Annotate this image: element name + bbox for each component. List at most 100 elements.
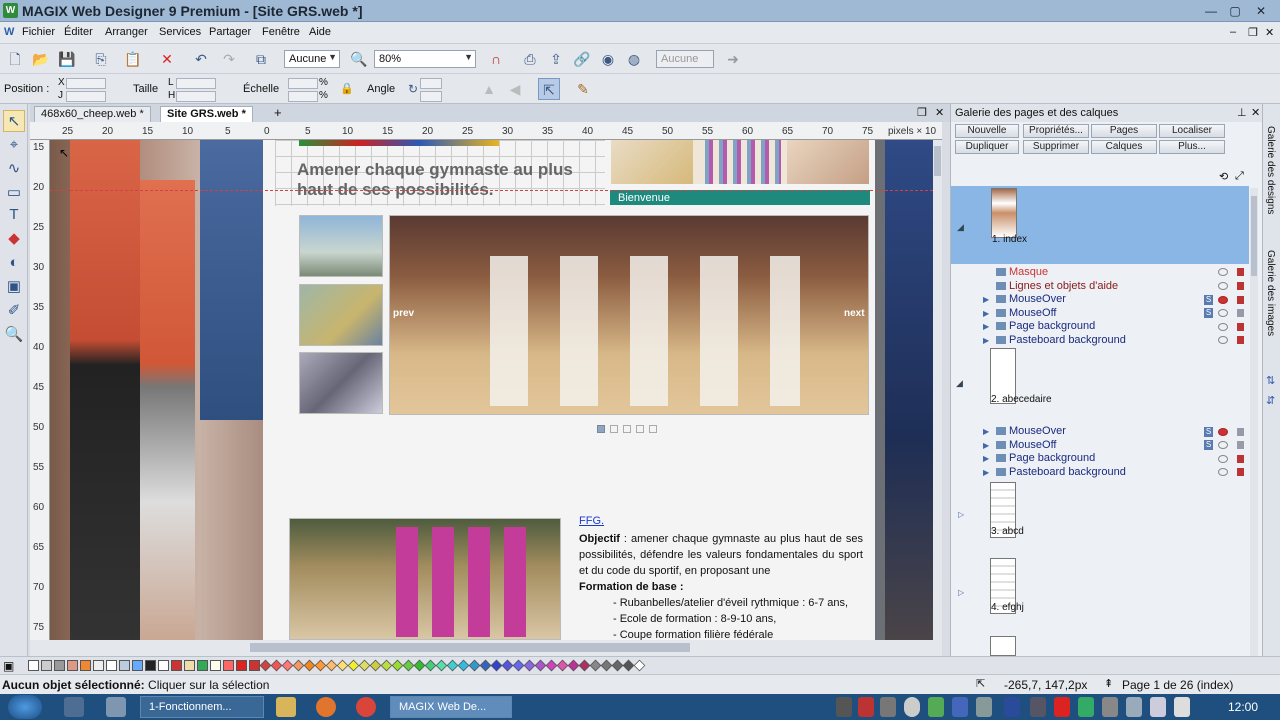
lock-icon[interactable] (1237, 441, 1244, 449)
taskbar-explorer[interactable]: 1-Fonctionnem... (140, 696, 264, 718)
link-icon[interactable]: 🔗 (571, 48, 593, 70)
expand-arrow-icon[interactable]: ▷ (958, 588, 964, 597)
expand-icon[interactable]: ⤢ (1235, 170, 1244, 183)
color-swatch[interactable] (132, 660, 143, 671)
menu-editer[interactable]: Éditer (64, 26, 93, 38)
width-field[interactable] (176, 78, 216, 89)
slider-dot[interactable] (636, 425, 644, 433)
duplicate-button[interactable]: Dupliquer (955, 140, 1019, 154)
visibility-eye-icon[interactable] (1218, 323, 1228, 331)
pin-icon[interactable]: ⊥ (1237, 106, 1247, 119)
text-tool-icon[interactable]: T (3, 204, 25, 226)
tab-images-gallery[interactable]: Galerie des images (1265, 250, 1276, 336)
layer-mouseover[interactable]: MouseOver (996, 293, 1066, 305)
color-swatch[interactable] (197, 660, 208, 671)
tray-icon[interactable] (1004, 697, 1020, 717)
arrow-right-icon[interactable]: ➜ (722, 48, 744, 70)
file-icon[interactable] (106, 697, 126, 717)
properties-button[interactable]: Propriétés... (1023, 124, 1089, 138)
tab-restore-icon[interactable]: ❐ (917, 106, 927, 119)
slider-next[interactable]: next (844, 308, 865, 319)
paste-icon[interactable]: 📋 (122, 48, 144, 70)
tray-icon[interactable] (1126, 697, 1142, 717)
mdi-restore-icon[interactable]: ❐ (1248, 26, 1258, 39)
locate-button[interactable]: Localiser (1159, 124, 1225, 138)
color-swatch[interactable] (380, 659, 393, 672)
team-photo[interactable] (289, 518, 561, 640)
rectangle-tool-icon[interactable]: ▭ (3, 182, 25, 204)
start-button[interactable] (8, 695, 42, 719)
tray-icon[interactable] (1054, 697, 1070, 717)
layer-mouseover-2[interactable]: MouseOver (996, 425, 1066, 437)
color-swatch[interactable] (54, 660, 65, 671)
menu-fenetre[interactable]: Fenêtre (262, 26, 300, 38)
tray-icon[interactable] (1150, 697, 1166, 717)
ffg-link[interactable]: FFG. (579, 513, 604, 529)
lock-icon[interactable] (1237, 323, 1244, 331)
color-swatch[interactable] (236, 660, 247, 671)
color-swatch[interactable] (578, 659, 591, 672)
color-swatch[interactable] (358, 659, 371, 672)
layer-mouseoff[interactable]: MouseOff (996, 307, 1057, 319)
color-swatch[interactable] (523, 659, 536, 672)
new-icon[interactable]: 🗋 (4, 48, 26, 70)
menu-fichier[interactable]: Fichier (22, 26, 55, 38)
thumb-court[interactable] (299, 284, 383, 346)
chrome-icon[interactable] (356, 697, 376, 717)
expand-arrow-icon[interactable]: ▶ (983, 441, 989, 450)
color-swatch[interactable] (413, 659, 426, 672)
no-color-icon[interactable]: ▣ (3, 659, 14, 673)
page-nav-icon[interactable]: ⇞ (1104, 677, 1113, 690)
skew-icon[interactable]: ⇱ (538, 78, 560, 100)
menu-aide[interactable]: Aide (309, 26, 331, 38)
color-swatch[interactable] (424, 659, 437, 672)
layers-button[interactable]: Calques (1091, 140, 1157, 154)
more-button[interactable]: Plus... (1159, 140, 1225, 154)
tray-icon[interactable] (1030, 697, 1046, 717)
color-swatch[interactable] (611, 659, 624, 672)
expand-arrow-icon[interactable]: ▷ (958, 510, 964, 519)
color-swatch[interactable] (67, 660, 78, 671)
y-field[interactable] (66, 91, 106, 102)
close-button[interactable]: ✕ (1250, 3, 1272, 19)
x-field[interactable] (66, 78, 106, 89)
color-swatch[interactable] (28, 660, 39, 671)
color-swatch[interactable] (93, 660, 104, 671)
color-swatch[interactable] (446, 659, 459, 672)
color-swatch[interactable] (223, 660, 234, 671)
visibility-eye-icon[interactable] (1218, 468, 1228, 476)
lock-icon[interactable] (1237, 336, 1244, 344)
design-canvas[interactable]: Amener chaque gymnaste au plus haut de s… (50, 140, 933, 640)
visibility-eye-icon[interactable] (1218, 428, 1228, 436)
lock-icon[interactable] (1237, 282, 1244, 290)
mdi-minimize-icon[interactable]: – (1230, 26, 1236, 38)
horizontal-scrollbar[interactable] (30, 640, 942, 656)
color-swatch[interactable] (622, 659, 635, 672)
color-swatch[interactable] (41, 660, 52, 671)
color-swatch[interactable] (119, 660, 130, 671)
slider-image[interactable]: prev next (389, 215, 869, 415)
height-field[interactable] (176, 91, 216, 102)
color-swatch[interactable] (512, 659, 525, 672)
expand-arrow-icon[interactable]: ▶ (983, 454, 989, 463)
color-swatch[interactable] (171, 660, 182, 671)
page-item-4[interactable]: ▷ 4. efghj (950, 556, 1248, 616)
tray-icon[interactable] (976, 697, 992, 717)
redo-icon[interactable]: ↷ (218, 48, 240, 70)
page-item-3[interactable]: ▷ 3. abcd (950, 480, 1248, 540)
layer-page-background[interactable]: Page background (996, 320, 1095, 332)
expand-arrow-icon[interactable]: ▶ (983, 322, 989, 331)
color-swatch[interactable] (402, 659, 415, 672)
doc-icon[interactable]: W (4, 26, 14, 38)
media-player-icon[interactable] (64, 697, 84, 717)
color-swatch[interactable] (270, 659, 283, 672)
tray-icon[interactable] (952, 697, 968, 717)
page-item-2[interactable]: ◢ 2. abecedaire (950, 348, 1248, 408)
flip-h-icon[interactable]: ▲ (478, 78, 500, 100)
menu-partager[interactable]: Partager (209, 26, 251, 38)
layer-masque[interactable]: Masque (996, 266, 1048, 278)
tab-468x60[interactable]: 468x60_cheep.web * (34, 106, 151, 122)
panel-scrollbar[interactable] (1250, 188, 1258, 656)
color-swatch[interactable] (303, 659, 316, 672)
preview-icon[interactable]: ⎙ (519, 48, 541, 70)
